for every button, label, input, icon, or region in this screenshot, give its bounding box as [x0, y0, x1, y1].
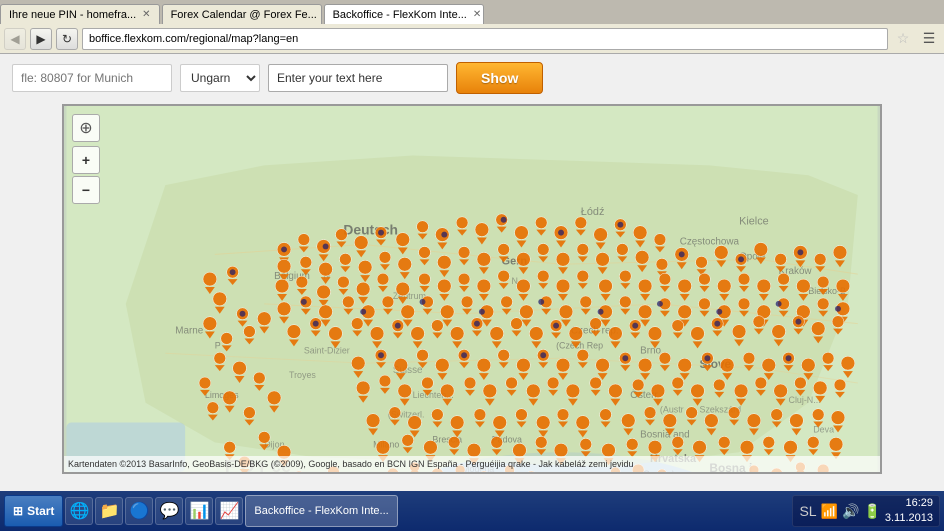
clock-time: 16:29: [885, 496, 933, 511]
language-indicator: SL: [799, 503, 816, 519]
svg-text:Belgium: Belgium: [274, 271, 310, 282]
svg-text:Brescia: Brescia: [432, 434, 462, 444]
nav-bar: ◀ ▶ ↻ boffice.flexkom.com/regional/map?l…: [0, 24, 944, 54]
system-tray: SL 📶 🔊 🔋 16:29 3.11.2013: [792, 495, 940, 527]
map-background: Deutsch Łódź Kielce Częstochowa Opole Kr…: [64, 106, 880, 472]
svg-text:Marne: Marne: [175, 326, 203, 337]
svg-text:Deva: Deva: [813, 424, 834, 434]
menu-icon[interactable]: ☰: [918, 28, 940, 50]
tab-3[interactable]: Backoffice - FlexKom Inte... ✕: [324, 4, 484, 24]
map-visual: Deutsch Łódź Kielce Częstochowa Opole Kr…: [64, 106, 880, 472]
taskbar-icon-6[interactable]: 📈: [215, 497, 243, 525]
active-window-button[interactable]: Backoffice - FlexKom Inte...: [245, 495, 397, 527]
svg-text:Deutsch: Deutsch: [343, 222, 398, 238]
tab-3-label: Backoffice - FlexKom Inte...: [333, 9, 467, 21]
start-label: Start: [27, 504, 54, 518]
svg-text:Opole: Opole: [739, 251, 766, 262]
svg-text:Gern: Gern: [502, 255, 527, 267]
map-container: Deutsch Łódź Kielce Częstochowa Opole Kr…: [62, 104, 882, 474]
taskbar-icon-1[interactable]: 🌐: [65, 497, 93, 525]
country-select[interactable]: Ungarn: [180, 64, 260, 92]
svg-text:N: N: [324, 271, 330, 281]
page-content: Ungarn Show: [0, 54, 944, 491]
tab-1-close[interactable]: ✕: [142, 9, 150, 20]
svg-text:Kraków: Kraków: [779, 266, 813, 277]
svg-text:Troyes: Troyes: [289, 370, 316, 380]
drag-icon[interactable]: ⊕: [72, 114, 100, 142]
taskbar-icon-2[interactable]: 📁: [95, 497, 123, 525]
address-bar[interactable]: boffice.flexkom.com/regional/map?lang=en: [82, 28, 888, 50]
zoom-out-button[interactable]: −: [72, 176, 100, 204]
clock-date: 3.11.2013: [885, 511, 933, 526]
start-icon: ⊞: [13, 504, 23, 518]
zoom-in-button[interactable]: +: [72, 146, 100, 174]
clock: 16:29 3.11.2013: [885, 496, 933, 527]
svg-text:Saint-Dizier: Saint-Dizier: [304, 345, 350, 355]
controls-row: Ungarn Show: [12, 62, 932, 94]
svg-text:Österr: Österr: [630, 390, 658, 401]
svg-text:Czech rep.: Czech rep.: [571, 326, 619, 337]
svg-text:Cluj-N...: Cluj-N...: [789, 395, 821, 405]
svg-text:N: N: [512, 276, 518, 286]
tab-2-label: Forex Calendar @ Forex Fe...: [171, 9, 317, 21]
volume-icon: 🔊: [842, 503, 859, 520]
svg-text:Padova: Padova: [492, 434, 522, 444]
svg-text:Brno: Brno: [640, 345, 661, 356]
network-icon: 📶: [821, 503, 838, 520]
taskbar: ⊞ Start 🌐 📁 🔵 💬 📊 📈 Backoffice - FlexKom…: [0, 491, 944, 531]
svg-text:(Czech Rep: (Czech Rep: [556, 340, 603, 350]
svg-text:Częstochowa: Częstochowa: [680, 236, 740, 247]
svg-text:Kielce: Kielce: [739, 216, 769, 228]
location-input[interactable]: [12, 64, 172, 92]
show-button[interactable]: Show: [456, 62, 543, 94]
back-button[interactable]: ◀: [4, 28, 26, 50]
svg-text:Suisse: Suisse: [393, 365, 423, 376]
svg-text:Slove: Slove: [700, 357, 732, 371]
forward-button[interactable]: ▶: [30, 28, 52, 50]
tab-2[interactable]: Forex Calendar @ Forex Fe... ✕: [162, 4, 322, 24]
start-button[interactable]: ⊞ Start: [4, 495, 63, 527]
svg-text:Zentrum: Zentrum: [393, 291, 426, 301]
svg-text:Łódź: Łódź: [581, 206, 605, 218]
svg-text:Milano: Milano: [373, 439, 399, 449]
battery-icon: 🔋: [863, 503, 880, 520]
svg-text:(Switzerl.: (Switzerl.: [388, 410, 425, 420]
svg-text:Szekszárd: Szekszárd: [700, 405, 742, 415]
tab-1[interactable]: Ihre neue PIN - homefra... ✕: [0, 4, 160, 24]
tab-bar: Ihre neue PIN - homefra... ✕ Forex Calen…: [0, 0, 944, 24]
svg-text:Bosnia and: Bosnia and: [640, 429, 689, 440]
reload-button[interactable]: ↻: [56, 28, 78, 50]
taskbar-icon-3[interactable]: 🔵: [125, 497, 153, 525]
svg-text:P: P: [215, 340, 221, 350]
tab-1-label: Ihre neue PIN - homefra...: [9, 9, 136, 21]
svg-text:(Austr: (Austr: [660, 405, 684, 415]
taskbar-icon-4[interactable]: 💬: [155, 497, 183, 525]
svg-text:Liechten...: Liechten...: [413, 390, 454, 400]
tab-3-close[interactable]: ✕: [473, 9, 481, 20]
svg-text:Limoges: Limoges: [205, 390, 239, 400]
map-zoom-controls: ⊕ + −: [72, 114, 100, 204]
svg-text:Dijon: Dijon: [264, 439, 284, 449]
taskbar-icon-5[interactable]: 📊: [185, 497, 213, 525]
active-window-label: Backoffice - FlexKom Inte...: [254, 505, 388, 517]
browser-chrome: Ihre neue PIN - homefra... ✕ Forex Calen…: [0, 0, 944, 54]
svg-text:Bielsko-B: Bielsko-B: [808, 286, 846, 296]
map-copyright: Kartendaten ©2013 BasarInfo, GeoBasis-DE…: [64, 456, 880, 472]
address-text: boffice.flexkom.com/regional/map?lang=en: [89, 33, 298, 45]
bookmark-icon[interactable]: ☆: [892, 28, 914, 50]
text-input[interactable]: [268, 64, 448, 92]
map-copyright-text: Kartendaten ©2013 BasarInfo, GeoBasis-DE…: [68, 459, 634, 469]
